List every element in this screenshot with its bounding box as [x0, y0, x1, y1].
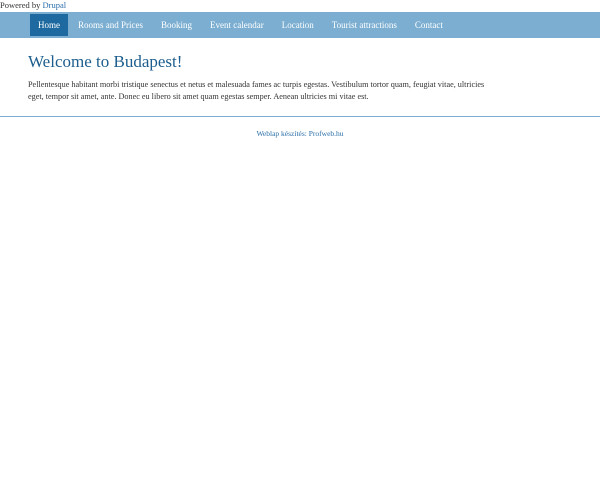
- nav-item-rooms-and-prices[interactable]: Rooms and Prices: [70, 14, 151, 36]
- nav-item-home[interactable]: Home: [30, 14, 68, 36]
- page-title: Welcome to Budapest!: [28, 52, 183, 71]
- nav-item-booking[interactable]: Booking: [153, 14, 200, 36]
- main-navigation-bar: Home Rooms and Prices Booking Event cale…: [0, 12, 600, 38]
- drupal-link[interactable]: Drupal: [43, 0, 67, 10]
- powered-by-prefix: Powered by: [0, 0, 41, 10]
- footer-divider: [0, 116, 600, 117]
- powered-by-notice: Powered by Drupal: [0, 0, 66, 11]
- nav-item-tourist-attractions[interactable]: Tourist attractions: [324, 14, 405, 36]
- welcome-paragraph: Pellentesque habitant morbi tristique se…: [28, 80, 485, 101]
- footer-credit-link[interactable]: Weblap készítés: Profweb.hu: [0, 129, 600, 138]
- nav-item-event-calendar[interactable]: Event calendar: [202, 14, 272, 36]
- nav-item-contact[interactable]: Contact: [407, 14, 451, 36]
- main-menu: Home Rooms and Prices Booking Event cale…: [30, 14, 453, 36]
- nav-item-location[interactable]: Location: [274, 14, 322, 36]
